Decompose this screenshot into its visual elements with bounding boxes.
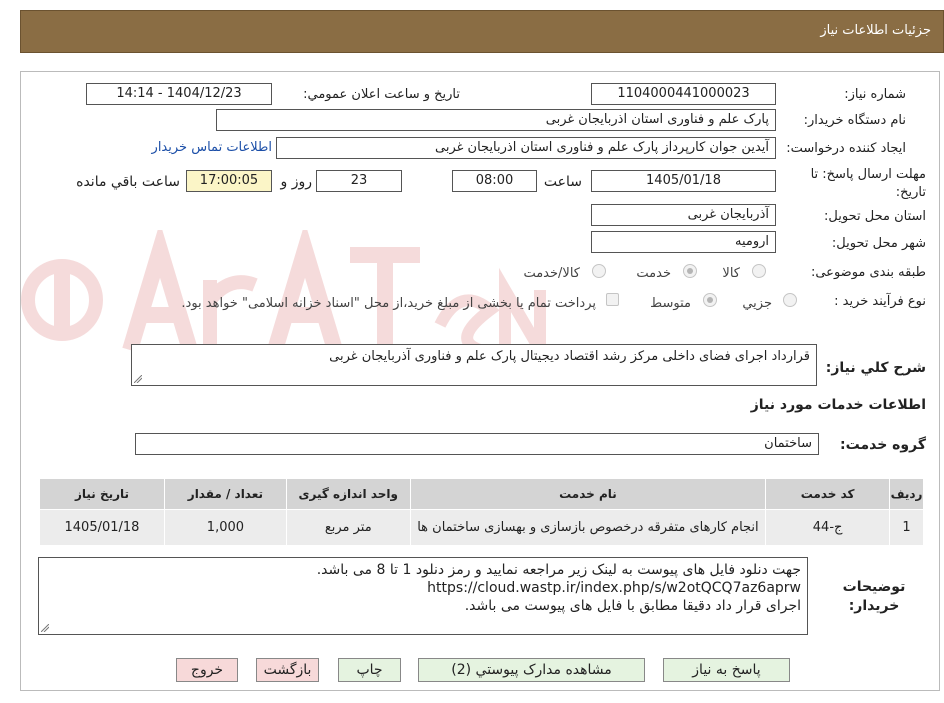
table-header-row: رديف کد خدمت نام خدمت واحد اندازه گيری ت… — [39, 478, 924, 510]
col-need-date: تاريخ نياز — [39, 478, 165, 510]
province-field[interactable]: آذربايجان غربی — [591, 204, 776, 226]
province-label: استان محل تحويل: — [824, 209, 926, 224]
category-goods-label: کالا — [722, 266, 740, 281]
col-quantity: تعداد / مقدار — [163, 478, 287, 510]
buyer-contact-link[interactable]: اطلاعات تماس خريدار — [152, 140, 272, 155]
need-number-label: شماره نياز: — [844, 87, 906, 102]
back-button[interactable]: بازگشت — [256, 658, 319, 682]
buyer-notes-label: توضيحات خريدار: — [842, 579, 906, 614]
process-label: نوع فرآيند خريد : — [834, 294, 926, 309]
service-group-label: گروه خدمت: — [840, 437, 926, 453]
remaining-time-field[interactable]: 17:00:05 — [186, 170, 272, 192]
services-table: رديف کد خدمت نام خدمت واحد اندازه گيری ت… — [39, 478, 924, 546]
category-service-radio[interactable] — [683, 264, 697, 278]
table-row: 1 ج-44 انجام کارهای متفرقه درخصوص بازساز… — [39, 509, 924, 546]
cell-service-name: انجام کارهای متفرقه درخصوص بازسازی و بهس… — [409, 509, 767, 546]
exit-button[interactable]: خروج — [176, 658, 238, 682]
page-header: جزئيات اطلاعات نياز — [20, 10, 944, 53]
description-label: شرح کلي نياز: — [825, 360, 926, 376]
print-button[interactable]: چاپ — [338, 658, 401, 682]
category-both-label: کالا/خدمت — [523, 266, 580, 281]
col-service-code: کد خدمت — [765, 478, 891, 510]
treasury-checkbox[interactable] — [606, 293, 619, 306]
requester-field[interactable]: آیدین جوان کارپرداز پارک علم و فناوری اس… — [276, 137, 776, 159]
col-unit: واحد اندازه گيری — [285, 478, 411, 510]
reply-button[interactable]: پاسخ به نياز — [663, 658, 790, 682]
cell-service-code: ج-44 — [765, 509, 891, 546]
buyer-notes-link-line: https://cloud.wastp.ir/index.php/s/w2otQ… — [427, 580, 801, 596]
category-label: طبقه بندی موضوعی: — [810, 265, 926, 280]
buyer-notes-line: جهت دنلود فایل های پیوست به لینک زیر مرا… — [316, 562, 801, 578]
deadline-time-label: ساعت — [543, 174, 582, 190]
cell-unit: متر مربع — [285, 509, 411, 546]
deadline-date-field[interactable]: 1405/01/18 — [591, 170, 776, 192]
cell-row-number: 1 — [889, 509, 924, 546]
cell-quantity: 1,000 — [163, 509, 287, 546]
announce-datetime-field[interactable]: 1404/12/23 - 14:14 — [86, 83, 272, 105]
requester-label: ايجاد کننده درخواست: — [786, 141, 906, 156]
cell-need-date: 1405/01/18 — [39, 509, 165, 546]
resize-grip-icon[interactable] — [41, 624, 49, 632]
description-text: قرارداد اجرای فضای داخلی مرکز رشد اقتصاد… — [329, 349, 810, 364]
buyer-notes-line: اجرای قرار داد دقیقا مطابق با فایل های پ… — [464, 598, 801, 614]
city-label: شهر محل تحويل: — [831, 236, 926, 251]
page-title: جزئيات اطلاعات نياز — [820, 23, 931, 38]
category-goods-radio[interactable] — [752, 264, 766, 278]
col-service-name: نام خدمت — [409, 478, 767, 510]
process-medium-label: متوسط — [650, 296, 691, 311]
city-field[interactable]: ارومیه — [591, 231, 776, 253]
buyer-notes-textarea[interactable]: جهت دنلود فایل های پیوست به لینک زیر مرا… — [38, 557, 808, 635]
description-textarea[interactable]: قرارداد اجرای فضای داخلی مرکز رشد اقتصاد… — [131, 344, 817, 386]
buyer-org-label: نام دستگاه خريدار: — [803, 113, 906, 128]
buyer-org-field[interactable]: پارک علم و فناوری استان اذربایجان غربی — [216, 109, 776, 131]
col-row-number: رديف — [889, 478, 924, 510]
process-minor-radio[interactable] — [783, 293, 797, 307]
resize-grip-icon[interactable] — [134, 375, 142, 383]
deadline-time-field[interactable]: 08:00 — [452, 170, 537, 192]
deadline-label: مهلت ارسال پاسخ: تا تاریخ: — [810, 167, 926, 200]
process-medium-radio[interactable] — [703, 293, 717, 307]
need-number-field[interactable]: 1104000441000023 — [591, 83, 776, 105]
attachments-button[interactable]: مشاهده مدارک پيوستي (2) — [418, 658, 645, 682]
announce-label: تاريخ و ساعت اعلان عمومي: — [303, 87, 460, 102]
process-minor-label: جزيي — [742, 296, 772, 311]
category-service-label: خدمت — [636, 266, 671, 281]
days-label: روز و — [280, 174, 313, 190]
services-section-title: اطلاعات خدمات مورد نياز — [750, 397, 926, 413]
payment-note: پرداخت تمام یا بخشی از مبلغ خرید،از محل … — [181, 296, 596, 311]
remaining-days-field[interactable]: 23 — [316, 170, 402, 192]
category-both-radio[interactable] — [592, 264, 606, 278]
remaining-label: ساعت باقي مانده — [76, 174, 180, 190]
service-group-field[interactable]: ساختمان — [135, 433, 819, 455]
